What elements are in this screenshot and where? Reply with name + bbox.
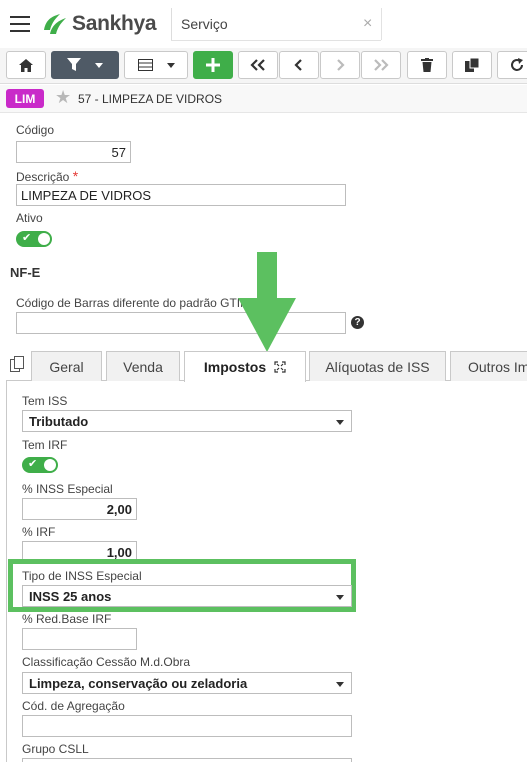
tab-aliquotas-iss[interactable]: Alíquotas de ISS	[309, 351, 446, 381]
agregacao-field[interactable]	[22, 715, 352, 737]
refresh-icon	[511, 58, 523, 71]
caret-down-icon	[336, 682, 344, 687]
double-chevron-right-icon	[374, 59, 389, 71]
brand-logo: Sankhya	[40, 10, 157, 38]
tab-outros-impostos[interactable]: Outros Im	[450, 351, 527, 381]
previous-record-button[interactable]	[279, 51, 319, 79]
grid-view-button[interactable]	[124, 51, 188, 79]
ativo-label: Ativo	[16, 211, 43, 225]
red-base-irf-field[interactable]	[22, 628, 137, 650]
header-divider	[171, 8, 172, 40]
tipo-inss-value: INSS 25 anos	[29, 588, 112, 604]
inss-especial-label: % INSS Especial	[22, 482, 113, 496]
tab-right-divider	[381, 8, 382, 40]
record-badge: LIM	[6, 89, 44, 108]
classificacao-select[interactable]: Limpeza, conservação ou zeladoria	[22, 672, 352, 694]
ativo-toggle[interactable]: ✔	[16, 231, 52, 247]
grid-icon	[137, 59, 153, 71]
plus-icon	[206, 58, 220, 72]
check-icon: ✔	[22, 232, 32, 244]
tab-geral[interactable]: Geral	[31, 351, 102, 381]
favorite-star-icon[interactable]: ★	[55, 87, 71, 108]
first-record-button[interactable]	[238, 51, 278, 79]
app-header: Sankhya Serviço ×	[0, 0, 527, 48]
descricao-field[interactable]: LIMPEZA DE VIDROS	[16, 184, 346, 206]
grupo-csll-field[interactable]	[22, 758, 352, 762]
chevron-left-icon	[294, 59, 302, 71]
help-icon[interactable]: ?	[351, 316, 364, 329]
home-button[interactable]	[6, 51, 46, 79]
tab-impostos[interactable]: Impostos	[184, 351, 306, 382]
chevron-down-icon	[95, 62, 103, 68]
classificacao-value: Limpeza, conservação ou zeladoria	[29, 675, 248, 691]
tem-iss-select[interactable]: Tributado	[22, 410, 352, 432]
tem-irf-toggle[interactable]: ✔	[22, 457, 58, 473]
irf-label: % IRF	[22, 525, 56, 539]
tem-iss-label: Tem ISS	[22, 394, 68, 408]
toolbar	[0, 48, 527, 84]
tem-iss-value: Tributado	[29, 413, 89, 429]
tab-underline	[171, 40, 381, 41]
double-chevron-left-icon	[250, 59, 265, 71]
nfe-section-title: NF-E	[10, 265, 41, 280]
next-record-button[interactable]	[320, 51, 360, 79]
caret-down-icon	[336, 420, 344, 425]
check-icon: ✔	[28, 458, 38, 470]
tem-irf-label: Tem IRF	[22, 438, 68, 452]
tipo-inss-select[interactable]: INSS 25 anos	[22, 585, 352, 607]
inss-especial-field[interactable]: 2,00	[22, 498, 137, 520]
last-record-button[interactable]	[361, 51, 401, 79]
sankhya-logo-icon	[44, 14, 66, 34]
home-icon	[19, 58, 33, 72]
gtin-label: Código de Barras diferente do padrão GTI…	[16, 296, 249, 310]
expand-icon[interactable]	[274, 361, 286, 373]
screen-tab-title[interactable]: Serviço	[181, 16, 228, 32]
copy-tabs-icon[interactable]	[10, 356, 24, 372]
refresh-button[interactable]	[497, 51, 527, 79]
grupo-csll-label: Grupo CSLL	[22, 742, 89, 756]
menu-icon[interactable]	[10, 16, 30, 32]
toggle-knob	[38, 233, 50, 245]
record-title: 57 - LIMPEZA DE VIDROS	[78, 92, 223, 106]
red-base-irf-label: % Red.Base IRF	[22, 612, 112, 626]
filter-icon	[67, 58, 81, 71]
tipo-inss-label: Tipo de INSS Especial	[22, 569, 142, 583]
gtin-field[interactable]	[16, 312, 346, 334]
agregacao-label: Cód. de Agregação	[22, 699, 125, 713]
caret-down-icon	[336, 595, 344, 600]
chevron-down-icon	[166, 62, 175, 68]
close-tab-icon[interactable]: ×	[363, 15, 372, 33]
annotation-arrow-icon	[238, 252, 296, 352]
copy-icon	[465, 58, 479, 72]
add-button[interactable]	[193, 51, 233, 79]
codigo-field[interactable]: 57	[16, 141, 131, 163]
filter-button[interactable]	[51, 51, 119, 79]
duplicate-button[interactable]	[452, 51, 492, 79]
trash-icon	[421, 58, 433, 72]
codigo-label: Código	[16, 123, 55, 137]
classificacao-label: Classificação Cessão M.d.Obra	[22, 655, 191, 669]
toggle-knob	[44, 459, 56, 471]
descricao-label: Descrição *	[16, 168, 78, 184]
chevron-right-icon	[337, 59, 345, 71]
required-mark: *	[72, 168, 79, 184]
delete-button[interactable]	[407, 51, 447, 79]
record-title-bar: LIM ★ 57 - LIMPEZA DE VIDROS	[0, 85, 527, 113]
brand-name: Sankhya	[72, 12, 157, 35]
tab-impostos-label: Impostos	[203, 359, 267, 375]
descricao-label-text: Descrição	[16, 170, 70, 184]
tab-venda[interactable]: Venda	[106, 351, 180, 381]
